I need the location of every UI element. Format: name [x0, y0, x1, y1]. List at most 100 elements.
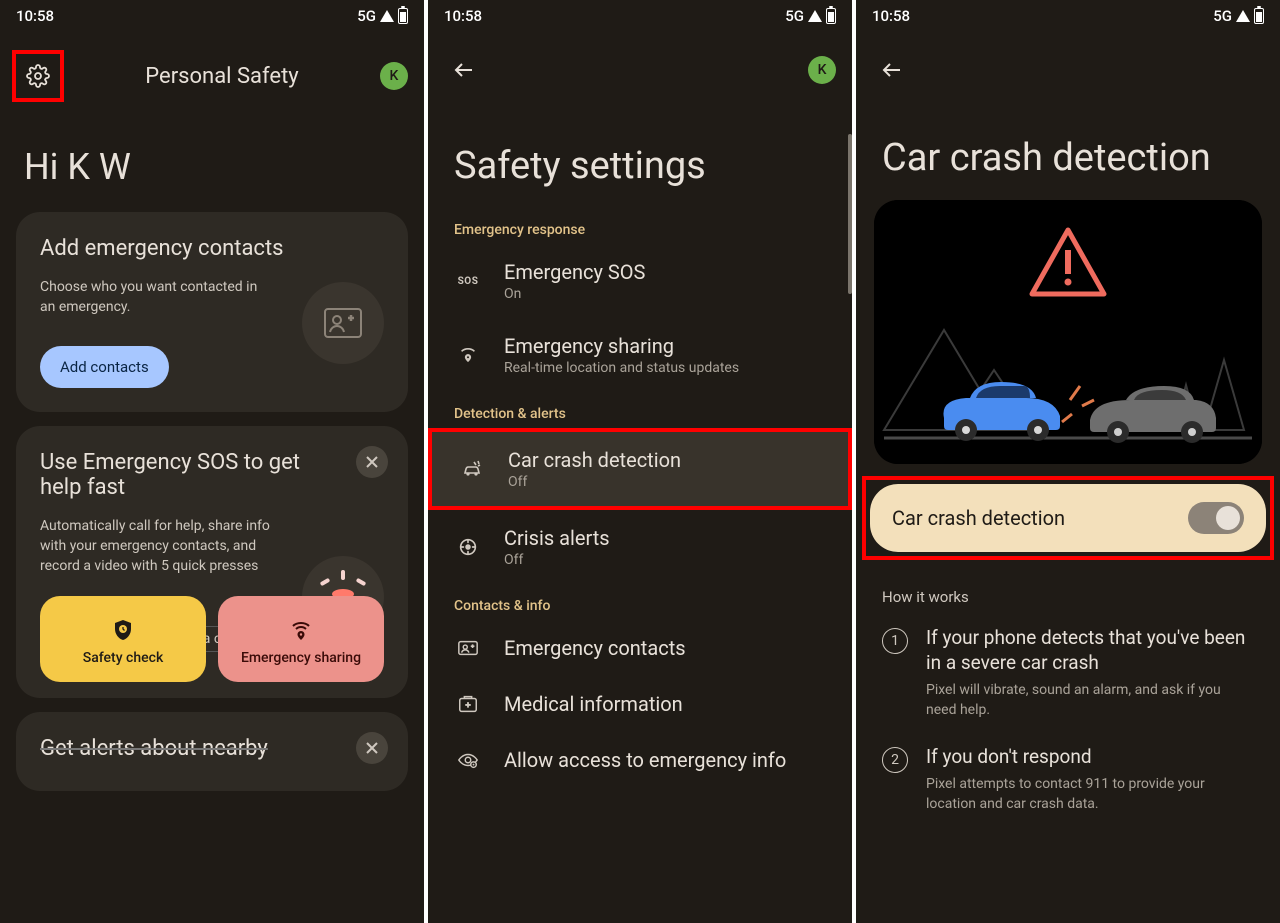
status-net: 5G	[1213, 7, 1232, 25]
avatar[interactable]: K	[808, 56, 836, 84]
arrow-left-icon	[880, 58, 904, 82]
section-contacts-info: Contacts & info	[428, 584, 852, 620]
dismiss-button[interactable]	[356, 446, 388, 478]
item-title: Medical information	[504, 692, 683, 716]
item-crisis-alerts[interactable]: Crisis alerts Off	[428, 510, 852, 584]
item-title: Emergency sharing	[504, 334, 739, 358]
step-title: If you don't respond	[926, 745, 1254, 770]
id-card-icon	[457, 637, 479, 659]
status-bar: 10:58 5G	[428, 0, 852, 32]
avatar[interactable]: K	[380, 62, 408, 90]
item-allow-access[interactable]: Allow access to emergency info	[428, 732, 852, 788]
item-sub: Off	[504, 552, 610, 568]
screen-car-crash-detection: 10:58 5G Car crash detection	[856, 0, 1280, 923]
id-card-icon	[323, 307, 363, 339]
screen-personal-safety: 10:58 5G Personal Safety K Hi K W Add em…	[0, 0, 424, 923]
card-title: Add emergency contacts	[40, 236, 384, 261]
back-button[interactable]	[872, 50, 912, 90]
step-1: 1 If your phone detects that you've been…	[856, 614, 1280, 733]
chip-label: Emergency sharing	[241, 650, 361, 666]
wifi-pin-icon	[289, 618, 313, 642]
scrollbar[interactable]	[848, 134, 852, 294]
status-time: 10:58	[872, 7, 910, 25]
battery-icon	[1254, 8, 1264, 24]
item-sub: Real-time location and status updates	[504, 360, 739, 376]
back-button[interactable]	[444, 50, 484, 90]
card-emergency-sos[interactable]: Use Emergency SOS to get help fast Autom…	[16, 426, 408, 699]
item-title: Crisis alerts	[504, 526, 610, 550]
greeting: Hi K W	[0, 102, 424, 212]
toggle-switch[interactable]	[1188, 502, 1244, 534]
settings-button[interactable]	[18, 56, 58, 96]
wifi-pin-icon	[457, 344, 479, 366]
page-title: Personal Safety	[145, 64, 298, 89]
card-add-contacts[interactable]: Add emergency contacts Choose who you wa…	[16, 212, 408, 412]
item-sub: On	[504, 286, 645, 302]
alert-icon	[457, 536, 479, 558]
screen-safety-settings: 10:58 5G K Safety settings Emergency res…	[428, 0, 852, 923]
page-title: Safety settings	[428, 90, 852, 208]
signal-icon	[808, 10, 822, 22]
battery-icon	[398, 8, 408, 24]
item-emergency-sharing[interactable]: Emergency sharing Real-time location and …	[428, 318, 852, 392]
page-title: Car crash detection	[856, 90, 1280, 200]
status-net: 5G	[357, 7, 376, 25]
step-sub: Pixel will vibrate, sound an alarm, and …	[926, 681, 1254, 720]
step-number: 2	[882, 747, 908, 773]
safety-check-chip[interactable]: Safety check	[40, 596, 206, 682]
section-emergency-response: Emergency response	[428, 208, 852, 244]
how-it-works-label: How it works	[856, 560, 1280, 614]
cards-container: Add emergency contacts Choose who you wa…	[0, 212, 424, 791]
item-medical-information[interactable]: Medical information	[428, 676, 852, 732]
crash-illustration	[874, 200, 1262, 464]
status-bar: 10:58 5G	[856, 0, 1280, 32]
add-contacts-button[interactable]: Add contacts	[40, 346, 169, 388]
item-car-crash-detection[interactable]: Car crash detection Off	[428, 428, 852, 510]
step-number: 1	[882, 628, 908, 654]
item-title: Emergency SOS	[504, 260, 645, 284]
status-time: 10:58	[16, 7, 54, 25]
item-emergency-sos[interactable]: SOS Emergency SOS On	[428, 244, 852, 318]
contact-card-icon	[302, 282, 384, 364]
highlight-settings-icon	[12, 50, 64, 102]
car-crash-toggle-row[interactable]: Car crash detection	[870, 484, 1266, 552]
signal-icon	[380, 10, 394, 22]
step-title: If your phone detects that you've been i…	[926, 626, 1254, 675]
card-title: Get alerts about nearby	[40, 736, 384, 761]
close-icon	[364, 740, 380, 756]
item-title: Allow access to emergency info	[504, 748, 786, 772]
chip-row: a c Safety check Emergency sharing	[40, 596, 384, 682]
status-right: 5G	[357, 7, 408, 25]
app-header: Personal Safety K	[0, 32, 424, 102]
medical-icon	[457, 693, 479, 715]
item-emergency-contacts[interactable]: Emergency contacts	[428, 620, 852, 676]
arrow-left-icon	[452, 58, 476, 82]
item-title: Emergency contacts	[504, 636, 686, 660]
emergency-sharing-chip[interactable]: Emergency sharing	[218, 596, 384, 682]
card-desc: Choose who you want contacted in an emer…	[40, 277, 260, 318]
close-icon	[364, 454, 380, 470]
card-alerts-nearby[interactable]: Get alerts about nearby	[16, 712, 408, 791]
battery-icon	[826, 8, 836, 24]
section-detection-alerts: Detection & alerts	[428, 392, 852, 428]
app-header	[856, 32, 1280, 90]
app-header: K	[428, 32, 852, 90]
card-desc: Automatically call for help, share info …	[40, 516, 290, 577]
status-time: 10:58	[444, 7, 482, 25]
card-title: Use Emergency SOS to get help fast	[40, 450, 320, 500]
step-2: 2 If you don't respond Pixel attempts to…	[856, 733, 1280, 827]
toggle-label: Car crash detection	[892, 506, 1065, 530]
status-bar: 10:58 5G	[0, 0, 424, 32]
eye-gear-icon	[457, 749, 479, 771]
crash-scene-icon	[874, 200, 1262, 464]
sos-icon: SOS	[458, 276, 479, 287]
item-sub: Off	[508, 474, 681, 490]
shield-clock-icon	[111, 618, 135, 642]
signal-icon	[1236, 10, 1250, 22]
status-net: 5G	[785, 7, 804, 25]
item-title: Car crash detection	[508, 448, 681, 472]
highlight-toggle: Car crash detection	[862, 476, 1274, 560]
gear-icon	[26, 64, 50, 88]
chip-label: Safety check	[83, 650, 164, 666]
step-sub: Pixel attempts to contact 911 to provide…	[926, 775, 1254, 814]
